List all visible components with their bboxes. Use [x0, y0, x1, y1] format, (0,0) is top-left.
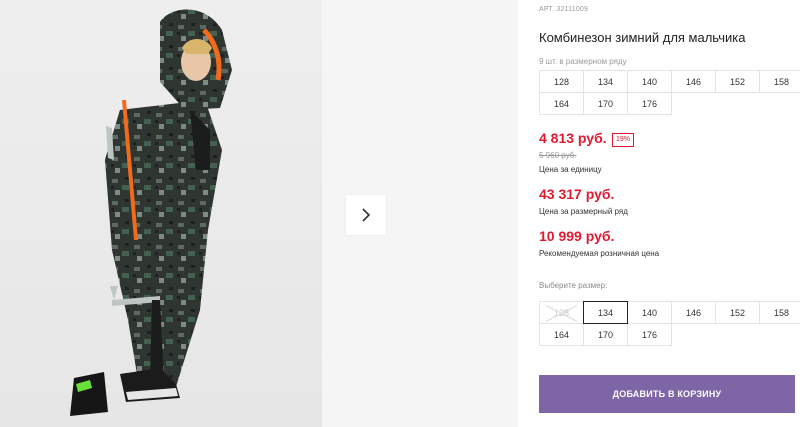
pack-size-cell: 170	[583, 92, 628, 115]
size-option-128[interactable]: 128	[539, 301, 584, 324]
pack-size-cell: 128	[539, 70, 584, 93]
size-option-164[interactable]: 164	[539, 323, 584, 346]
pack-size-cell: 140	[627, 70, 672, 93]
pack-size-cell: 176	[627, 92, 672, 115]
boy-in-winter-overall-image	[70, 9, 232, 416]
size-option-176[interactable]: 176	[627, 323, 672, 346]
retail-price: 10 999 руб.	[539, 228, 615, 244]
pack-size-cell: 164	[539, 92, 584, 115]
add-to-cart-button[interactable]: ДОБАВИТЬ В КОРЗИНУ	[539, 375, 795, 413]
size-option-146[interactable]: 146	[671, 301, 716, 324]
unit-price: 4 813 руб.	[539, 130, 607, 146]
chevron-right-icon	[362, 208, 371, 222]
pack-sizes-grid: 128 134 140 146 152 158 164 170 176	[539, 70, 800, 115]
product-title: Комбинезон зимний для мальчика	[539, 30, 746, 45]
product-gallery	[0, 0, 518, 427]
size-select-label: Выберите размер:	[539, 281, 608, 290]
old-price: 5 960 руб.	[539, 151, 577, 160]
size-option-152[interactable]: 152	[715, 301, 760, 324]
pack-size-cell: 146	[671, 70, 716, 93]
discount-badge: 19%	[612, 133, 635, 147]
size-option-140[interactable]: 140	[627, 301, 672, 324]
pack-price-caption: Цена за размерный ряд	[539, 207, 628, 216]
size-selector: 128 134 140 146 152 158 164 170 176	[539, 301, 800, 346]
product-sku: АРТ. 32111009	[539, 6, 589, 13]
product-photo	[0, 0, 322, 427]
pack-count-note: 9 шт. в размерном ряду	[539, 57, 627, 66]
size-option-158[interactable]: 158	[759, 301, 800, 324]
retail-price-caption: Рекомендуемая розничная цена	[539, 249, 660, 258]
product-info-panel: АРТ. 32111009 Комбинезон зимний для маль…	[539, 0, 800, 427]
next-image-button[interactable]	[346, 195, 386, 235]
size-option-170[interactable]: 170	[583, 323, 628, 346]
pack-price: 43 317 руб.	[539, 186, 615, 202]
pack-size-cell: 134	[583, 70, 628, 93]
pack-size-cell: 158	[759, 70, 800, 93]
unit-price-caption: Цена за единицу	[539, 165, 602, 174]
pack-size-cell: 152	[715, 70, 760, 93]
size-option-134[interactable]: 134	[583, 301, 628, 324]
